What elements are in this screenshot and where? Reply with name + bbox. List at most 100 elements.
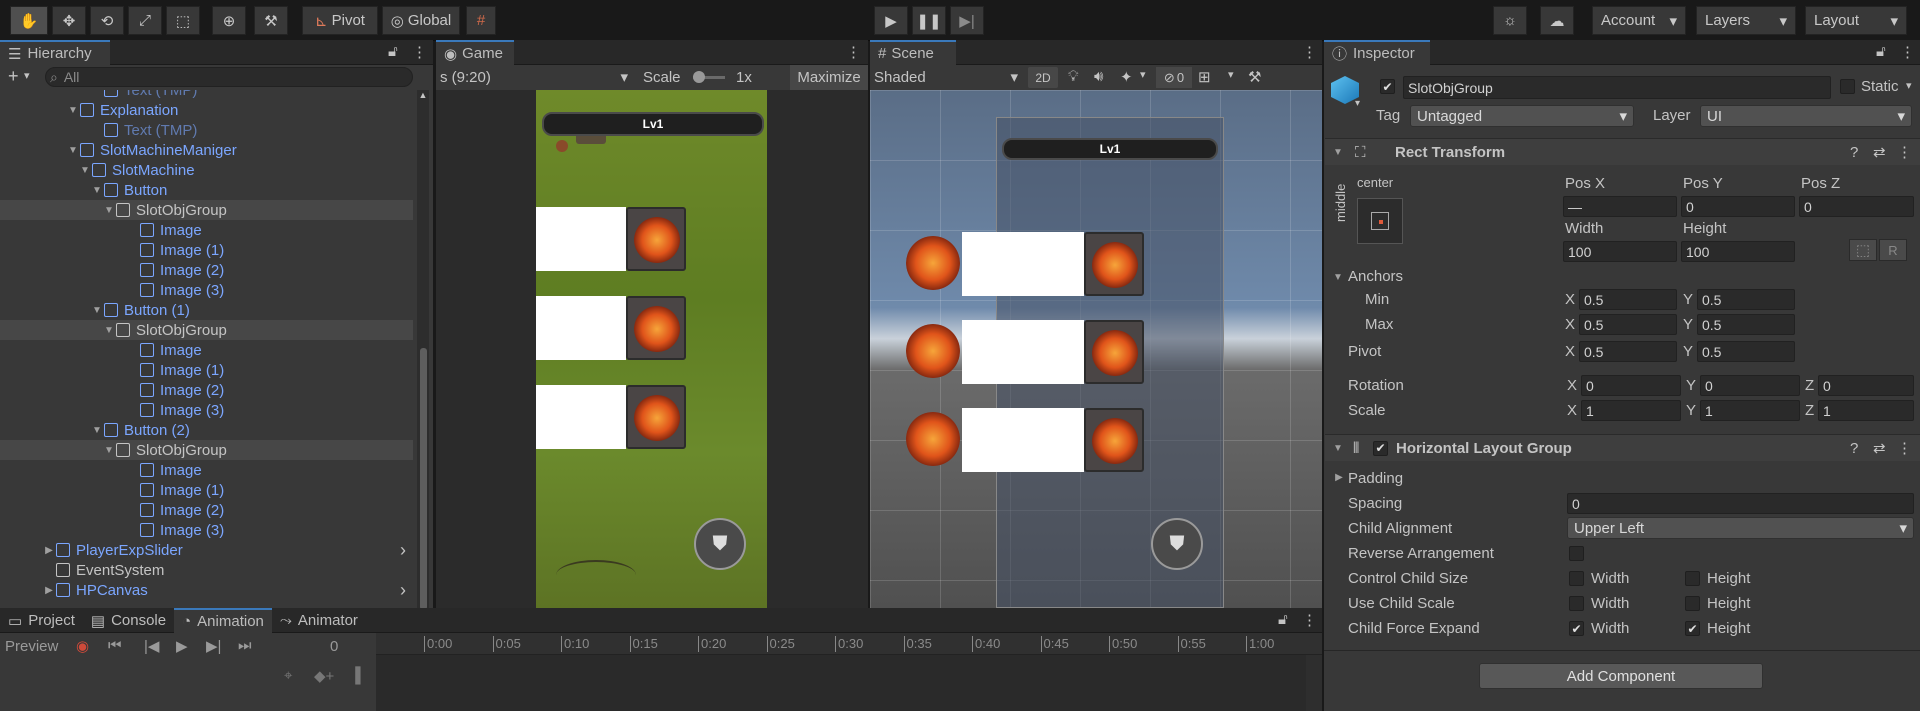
add-event-icon[interactable]: ▐ (350, 667, 361, 684)
hierarchy-row[interactable]: Image (0, 460, 413, 480)
scale-tool-icon[interactable]: ⤢ (128, 6, 162, 35)
expand-height-checkbox[interactable]: ✔ (1685, 621, 1700, 636)
foldout-icon[interactable]: ▼ (102, 325, 116, 336)
hierarchy-row[interactable]: ▼ SlotObjGroup (0, 320, 413, 340)
rotation-z-input[interactable]: 0 (1818, 375, 1914, 396)
hierarchy-row[interactable]: Text (TMP) (0, 120, 413, 140)
hierarchy-row[interactable]: ▼ Explanation (0, 100, 413, 120)
chevron-down-icon[interactable]: ▾ (1140, 68, 1146, 81)
scroll-up-icon[interactable]: ▲ (417, 90, 429, 100)
more-menu-icon[interactable]: ⋮ (1900, 43, 1915, 61)
expand-width-checkbox[interactable]: ✔ (1569, 621, 1584, 636)
pivot-x-input[interactable]: 0.5 (1579, 341, 1677, 362)
chevron-right-icon[interactable]: › (400, 540, 406, 561)
hierarchy-row[interactable]: ▼ SlotObjGroup (0, 200, 413, 220)
hierarchy-row[interactable]: Image (3) (0, 520, 413, 540)
more-menu-icon[interactable]: ⋮ (1302, 611, 1317, 629)
layers-dropdown[interactable]: Layers ▾ (1696, 6, 1796, 35)
add-icon[interactable]: + (8, 66, 19, 87)
2d-toggle[interactable]: 2D (1028, 67, 1058, 88)
cloud-icon[interactable]: ☁ (1540, 6, 1574, 35)
last-key-icon[interactable]: ⏭ (238, 637, 252, 654)
account-dropdown[interactable]: Account ▾ (1592, 6, 1686, 35)
scene-viewport[interactable]: Lv1 ⛊ (870, 90, 1322, 608)
more-menu-icon[interactable]: ⋮ (1897, 439, 1912, 457)
posz-input[interactable]: 0 (1799, 196, 1914, 217)
hierarchy-row[interactable]: ▶ HPCanvas › (0, 580, 413, 600)
hierarchy-row[interactable]: Image (2) (0, 380, 413, 400)
foldout-icon[interactable]: ▼ (1331, 147, 1345, 158)
preset-icon[interactable]: ⇄ (1873, 439, 1886, 457)
prev-key-icon[interactable]: |◀ (144, 637, 159, 655)
static-checkbox[interactable] (1840, 79, 1855, 94)
help-icon[interactable]: ? (1850, 440, 1858, 457)
grid-snap-icon[interactable]: # (466, 6, 496, 35)
filter-icon[interactable]: ⌖ (284, 667, 292, 684)
services-icon[interactable]: ☼ (1493, 6, 1527, 35)
chevron-down-icon[interactable]: ▾ (1355, 98, 1360, 109)
pivot-toggle[interactable]: ⊾ Pivot (302, 6, 378, 35)
more-menu-icon[interactable]: ⋮ (1897, 143, 1912, 161)
tab-hierarchy[interactable]: ☰ Hierarchy (0, 40, 110, 65)
blueprint-mode-button[interactable]: ⬚ (1849, 239, 1877, 261)
play-icon[interactable]: ▶ (176, 637, 188, 655)
chevron-down-icon[interactable]: ▾ (1906, 79, 1912, 92)
raw-edit-button[interactable]: R (1879, 239, 1907, 261)
foldout-icon[interactable]: ▶ (1332, 472, 1346, 483)
control-height-checkbox[interactable] (1685, 571, 1700, 586)
foldout-icon[interactable]: ▼ (78, 165, 92, 176)
lock-icon[interactable]: 🔓︎ (1278, 611, 1288, 628)
tab-inspector[interactable]: ⓘ Inspector (1324, 40, 1430, 65)
hierarchy-row[interactable]: Image (2) (0, 260, 413, 280)
hierarchy-row[interactable]: EventSystem (0, 560, 413, 580)
effects-icon[interactable]: ✦ (1120, 68, 1133, 86)
audio-icon[interactable]: 🔊︎ (1094, 68, 1103, 85)
preview-label[interactable]: Preview (5, 638, 58, 655)
posy-input[interactable]: 0 (1681, 196, 1795, 217)
scale-slider-handle[interactable] (693, 71, 705, 83)
lock-icon[interactable]: 🔓︎ (1876, 43, 1886, 60)
hierarchy-row[interactable]: ▼ SlotMachineManiger (0, 140, 413, 160)
height-input[interactable]: 100 (1681, 241, 1795, 262)
width-input[interactable]: 100 (1563, 241, 1677, 262)
hlg-enabled-checkbox[interactable]: ✔ (1373, 440, 1388, 456)
hierarchy-row[interactable]: Image (1) (0, 240, 413, 260)
foldout-icon[interactable]: ▼ (66, 145, 80, 156)
custom-tool-icon[interactable]: ⚒ (254, 6, 288, 35)
transform-tool-icon[interactable]: ⊕ (212, 6, 246, 35)
rotation-x-input[interactable]: 0 (1581, 375, 1681, 396)
tab-project[interactable]: ▭ Project (0, 608, 83, 633)
rotate-tool-icon[interactable]: ⟲ (90, 6, 124, 35)
hand-tool-icon[interactable]: ✋ (10, 6, 48, 35)
anchor-presets-button[interactable] (1357, 198, 1403, 244)
hierarchy-row[interactable]: Image (2) (0, 500, 413, 520)
foldout-icon[interactable]: ▼ (90, 185, 104, 196)
preset-icon[interactable]: ⇄ (1873, 143, 1886, 161)
tab-animation[interactable]: ◔ Animation (174, 608, 272, 633)
tab-game[interactable]: ◉ Game (436, 40, 514, 65)
foldout-icon[interactable]: ▼ (66, 105, 80, 116)
lighting-icon[interactable]: 💡︎ (1068, 68, 1079, 85)
child-alignment-dropdown[interactable]: Upper Left ▾ (1567, 517, 1914, 539)
tools-icon[interactable]: ⚒ (1248, 68, 1261, 86)
dopesheet-area[interactable] (376, 655, 1306, 711)
resolution-dropdown[interactable]: s (9:20) ▾ (440, 67, 632, 87)
add-component-button[interactable]: Add Component (1479, 663, 1763, 689)
hierarchy-row[interactable]: ▶ PlayerExpSlider › (0, 540, 413, 560)
rect-tool-icon[interactable]: ⬚ (166, 6, 200, 35)
hierarchy-row[interactable]: Image (3) (0, 400, 413, 420)
tab-console[interactable]: ▤ Console (83, 608, 174, 633)
hlg-header[interactable]: ▼ ⫴ ✔ Horizontal Layout Group ? ⇄ ⋮ (1325, 434, 1920, 461)
layer-dropdown[interactable]: UI ▾ (1700, 105, 1912, 127)
anchor-min-y-input[interactable]: 0.5 (1697, 289, 1795, 310)
tab-scene[interactable]: # Scene (870, 40, 956, 65)
help-icon[interactable]: ? (1850, 144, 1858, 161)
record-icon[interactable]: ◉ (76, 637, 89, 655)
next-key-icon[interactable]: ▶| (206, 637, 221, 655)
hierarchy-row[interactable]: Image (1) (0, 360, 413, 380)
hierarchy-scrollbar[interactable]: ▲ (417, 90, 429, 610)
chevron-down-icon[interactable]: ▾ (24, 69, 30, 82)
timeline-ruler[interactable]: 0:00 0:05 0:10 0:15 0:20 0:25 0:30 0:35 0:40 0:45… (376, 633, 1322, 655)
hierarchy-row[interactable]: ▼ SlotMachine (0, 160, 413, 180)
foldout-icon[interactable]: ▼ (102, 205, 116, 216)
